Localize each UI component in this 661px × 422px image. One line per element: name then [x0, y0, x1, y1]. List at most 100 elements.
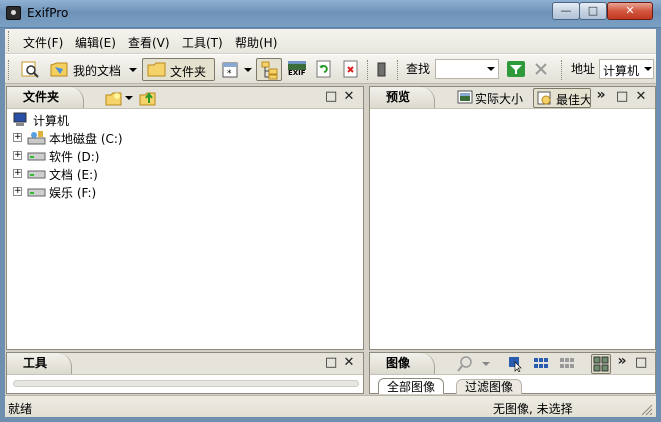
tools-maximize-button[interactable]: □ [325, 356, 337, 369]
folders-pane-header: 文件夹 □ ✕ [7, 87, 363, 109]
chevron-down-icon[interactable] [644, 67, 652, 71]
panel-icon [377, 62, 386, 77]
menu-tools[interactable]: 工具(T) [182, 34, 223, 51]
images-pane-title[interactable]: 图像 [370, 353, 436, 374]
exif-label: EXIF [288, 69, 306, 77]
folders-pane-title[interactable]: 文件夹 [7, 87, 85, 108]
tools-pane-header: 工具 □ ✕ [7, 353, 363, 375]
resize-grip-icon[interactable] [641, 404, 653, 416]
window-title: ExifPro [27, 6, 69, 20]
select-icon[interactable] [507, 356, 523, 372]
menu-edit[interactable]: 编辑(E) [75, 34, 116, 51]
address-combo[interactable]: 计算机 [599, 59, 654, 79]
folder-up-icon[interactable] [139, 89, 159, 107]
tools-scrollbar[interactable] [13, 380, 359, 387]
expand-icon[interactable]: + [13, 187, 22, 196]
tree-root-label: 计算机 [33, 114, 70, 128]
view-mode-button[interactable]: * [220, 58, 252, 81]
best-fit-icon [537, 91, 551, 105]
preview-close-button[interactable]: ✕ [635, 90, 647, 103]
folders-maximize-button[interactable]: □ [325, 90, 337, 103]
tab-filtered-images[interactable]: 过滤图像 [456, 379, 523, 394]
actual-size-button[interactable]: 实际大小 [455, 88, 527, 108]
tree-item[interactable]: + 娱乐 (F:) [13, 183, 213, 201]
tree-root[interactable]: 计算机 [13, 111, 213, 129]
close-button[interactable]: ✕ [607, 2, 653, 20]
refresh-icon [316, 60, 331, 78]
maximize-button[interactable]: □ [579, 2, 607, 20]
tree-item[interactable]: + 本地磁盘 (C:) [13, 129, 213, 147]
address-label: 地址 [571, 62, 596, 76]
tree-item[interactable]: + 软件 (D:) [13, 147, 213, 165]
grid-gray-icon[interactable] [559, 356, 575, 372]
folder-new-icon[interactable] [105, 89, 125, 107]
folders-close-button[interactable]: ✕ [343, 90, 355, 103]
my-documents-button[interactable]: 我的文档 [47, 58, 137, 81]
computer-icon [13, 112, 27, 126]
toolbar-grip[interactable] [397, 60, 400, 80]
chevron-down-icon[interactable] [125, 96, 133, 100]
best-fit-label: 最佳大 [556, 93, 591, 107]
scan-button[interactable] [17, 58, 43, 81]
view-mode-icon: * [222, 62, 238, 79]
tree-view-button[interactable] [256, 58, 282, 81]
clear-icon [535, 63, 547, 75]
search-icon[interactable] [456, 355, 474, 373]
preview-pane: 预览 实际大小 最佳大 » □ ✕ [369, 86, 656, 350]
folders-toggle-button[interactable]: 文件夹 [142, 58, 215, 81]
delete-icon [343, 60, 358, 78]
exif-button[interactable]: EXIF [286, 58, 308, 81]
tab-all-images[interactable]: 全部图像 [378, 378, 445, 394]
filter-button[interactable] [505, 58, 527, 81]
chevron-down-icon[interactable] [482, 362, 490, 366]
chevron-down-icon[interactable] [129, 68, 137, 72]
title-bar[interactable]: ExifPro — □ ✕ [0, 0, 661, 28]
chevron-down-icon[interactable] [487, 67, 495, 71]
grid-blue-icon[interactable] [533, 356, 549, 372]
more-chevron-icon[interactable]: » [595, 88, 607, 102]
images-pane: 图像 » □ 全部图像 过滤图像 [369, 352, 656, 394]
folders-pane: 文件夹 □ ✕ 计算机 + 本地磁盘 (C:) + 软件 (D:) + 文档 (… [6, 86, 364, 350]
more-chevron-icon[interactable]: » [616, 354, 628, 368]
menu-help[interactable]: 帮助(H) [235, 34, 277, 51]
tree-item-label: 软件 (D:) [49, 150, 100, 164]
tree-item[interactable]: + 文档 (E:) [13, 165, 213, 183]
thumbnail-view-button[interactable] [591, 354, 611, 374]
toolbar-grip[interactable] [561, 60, 564, 80]
tree-item-label: 本地磁盘 (C:) [49, 132, 123, 146]
menu-grip[interactable] [8, 31, 11, 51]
drive-icon [27, 152, 46, 161]
tools-pane-title[interactable]: 工具 [7, 353, 73, 374]
main-toolbar: 我的文档 文件夹 * EXIF 查找 地址 计算机 [5, 54, 656, 84]
toolbar-grip[interactable] [8, 60, 11, 80]
preview-maximize-button[interactable]: □ [616, 90, 628, 103]
tree-view-icon [261, 61, 278, 80]
toolbar-grip[interactable] [367, 60, 370, 80]
app-frame: 文件(F) 编辑(E) 查看(V) 工具(T) 帮助(H) 我的文档 文件夹 *… [4, 28, 657, 418]
my-documents-label: 我的文档 [73, 64, 122, 78]
expand-icon[interactable]: + [13, 169, 22, 178]
menu-file[interactable]: 文件(F) [23, 34, 63, 51]
svg-text:*: * [227, 69, 232, 79]
tree-item-label: 娱乐 (F:) [49, 186, 97, 200]
app-icon [6, 6, 21, 20]
expand-icon[interactable]: + [13, 133, 22, 142]
expand-icon[interactable]: + [13, 151, 22, 160]
find-combo[interactable] [435, 59, 499, 79]
delete-button[interactable] [339, 58, 361, 81]
clear-filter-button[interactable] [531, 58, 551, 81]
preview-pane-header: 预览 实际大小 最佳大 » □ ✕ [370, 87, 655, 109]
best-fit-button[interactable]: 最佳大 [533, 88, 591, 108]
chevron-down-icon[interactable] [244, 68, 252, 72]
drive-icon [27, 170, 46, 179]
minimize-button[interactable]: — [552, 2, 580, 20]
menu-bar: 文件(F) 编辑(E) 查看(V) 工具(T) 帮助(H) [5, 29, 656, 53]
menu-view[interactable]: 查看(V) [128, 34, 170, 51]
tools-close-button[interactable]: ✕ [343, 356, 355, 369]
images-maximize-button[interactable]: □ [635, 356, 647, 369]
panel-toggle-button[interactable] [375, 58, 389, 81]
preview-pane-title[interactable]: 预览 [370, 87, 436, 108]
scan-icon [21, 61, 39, 78]
selection-status: 无图像, 未选择 [493, 402, 573, 416]
refresh-button[interactable] [312, 58, 334, 81]
